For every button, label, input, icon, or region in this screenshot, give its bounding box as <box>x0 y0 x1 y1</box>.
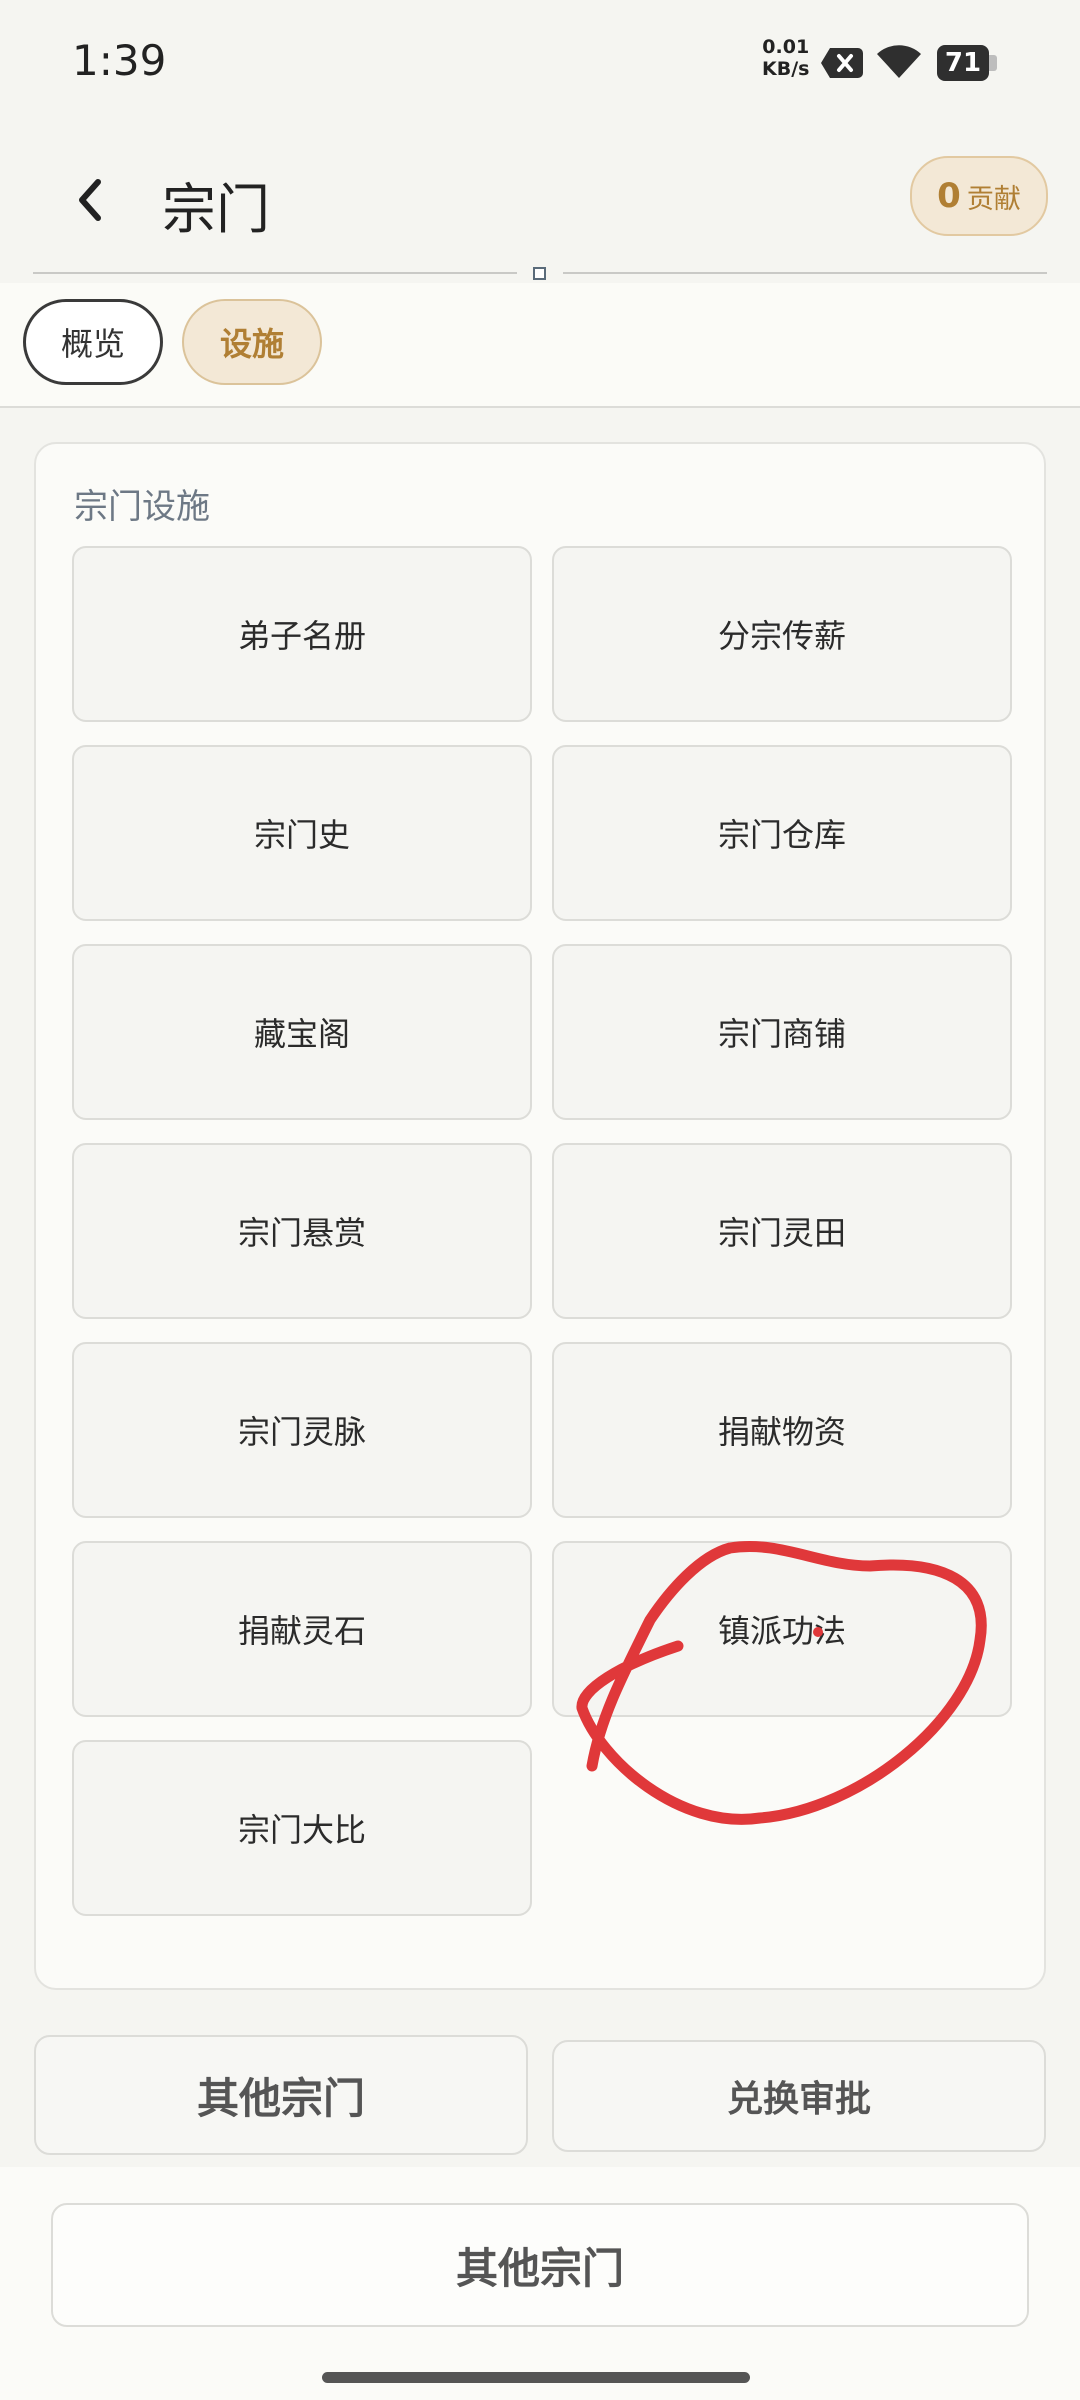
annotation-dot <box>813 1627 823 1637</box>
annotation-circle <box>576 1541 987 1825</box>
